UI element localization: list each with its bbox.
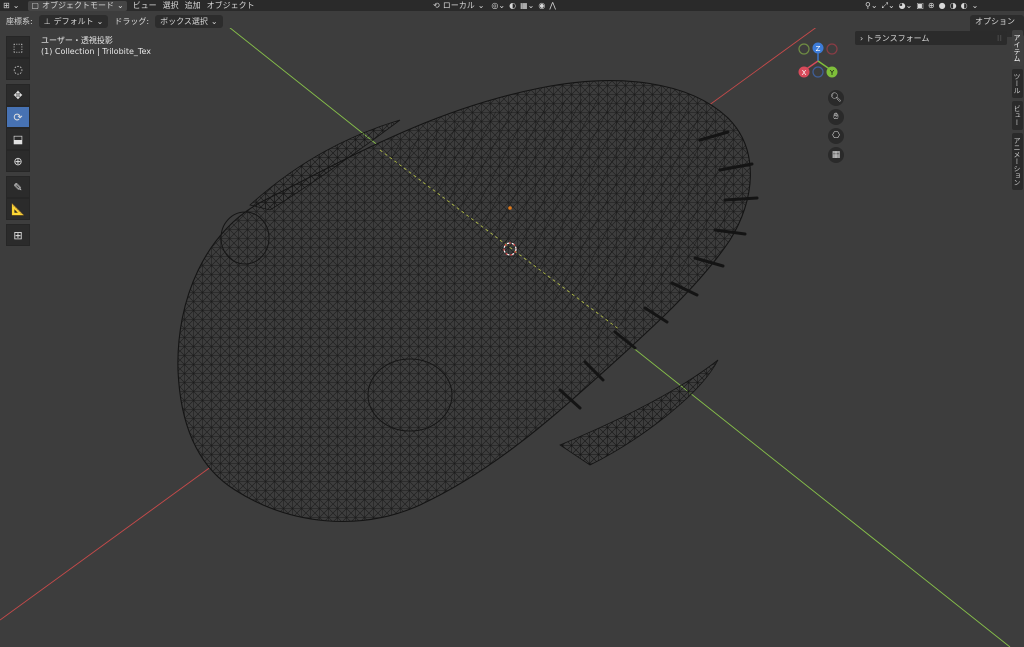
mode-label: オブジェクトモード: [41, 1, 114, 10]
object-mode-icon: ▢: [31, 1, 39, 10]
orientation-icon: ⟲: [433, 1, 440, 10]
view-name: ユーザー・透視投影: [41, 36, 113, 45]
menu-object[interactable]: オブジェクト: [207, 0, 255, 11]
move-tool-icon[interactable]: ✥: [6, 84, 30, 106]
coord-value: デフォルト: [53, 16, 94, 26]
snap-icon[interactable]: ◐: [509, 1, 516, 10]
perspective-grid-icon[interactable]: ▦: [828, 147, 844, 163]
menu-select[interactable]: 選択: [163, 0, 179, 11]
transform-panel-header[interactable]: › トランスフォーム ⁝⁝: [855, 31, 1007, 45]
transform-tool-icon[interactable]: ⊕: [6, 150, 30, 172]
axis-icon: ⊥: [43, 16, 51, 26]
zoom-icon[interactable]: 🔍︎: [828, 90, 844, 106]
viewport-header: ⊞ ⌄ ▢ オブジェクトモード ⌄ ビュー 選択 追加 オブジェクト ⟲ ローカル…: [0, 0, 1024, 11]
tab-tool[interactable]: ツール: [1012, 69, 1023, 98]
tool-shelf: ⬚ ◌ ✥ ⟳ ⬓ ⊕ ✎ 📐 ⊞: [6, 36, 30, 246]
rotate-tool-icon[interactable]: ⟳: [6, 106, 30, 128]
collection-info: (1) Collection | Trilobite_Tex: [41, 47, 151, 56]
transform-panel-title: トランスフォーム: [865, 33, 930, 43]
drag-value: ボックス選択: [160, 16, 208, 26]
pivot-icon[interactable]: ◎⌄: [491, 1, 505, 10]
drag-label: ドラッグ:: [114, 16, 150, 26]
overlay-icon[interactable]: ◕⌄: [899, 1, 913, 10]
chevron-down-icon: ⌄: [477, 1, 485, 10]
orientation-dropdown[interactable]: ⟲ ローカル ⌄: [430, 1, 487, 11]
select-box-tool-icon[interactable]: ⬚: [6, 36, 30, 58]
proportional-edit-icon[interactable]: ◉: [538, 1, 545, 10]
gizmo-toggle-icon[interactable]: ⤢⌄: [882, 1, 895, 11]
scale-tool-icon[interactable]: ⬓: [6, 128, 30, 150]
tab-item[interactable]: アイテム: [1012, 30, 1023, 66]
chevron-down-icon: ⌄: [116, 1, 124, 10]
shading-wireframe-icon[interactable]: ⊕: [928, 1, 935, 10]
shading-material-icon[interactable]: ◑: [950, 1, 957, 10]
coord-label: 座標系:: [6, 16, 33, 26]
add-cube-tool-icon[interactable]: ⊞: [6, 224, 30, 246]
annotate-tool-icon[interactable]: ✎: [6, 176, 30, 198]
drag-handle-icon[interactable]: ⁝⁝: [997, 34, 1002, 43]
gizmo-x-label: X: [802, 69, 807, 77]
chevron-down-icon: ⌄: [12, 1, 20, 10]
snap-grid-icon[interactable]: ▦⌄: [520, 1, 534, 10]
pan-hand-icon[interactable]: ✋︎: [828, 109, 844, 125]
drag-dropdown[interactable]: ボックス選択 ⌄: [155, 14, 223, 28]
chevron-down-icon: ⌄: [210, 16, 218, 26]
viewport-info: ユーザー・透視投影 (1) Collection | Trilobite_Tex: [41, 35, 151, 57]
coord-dropdown[interactable]: ⊥ デフォルト ⌄: [38, 14, 109, 28]
menu-add[interactable]: 追加: [185, 0, 201, 11]
tool-settings-bar: 座標系: ⊥ デフォルト ⌄ ドラッグ: ボックス選択 ⌄: [0, 14, 1024, 28]
mode-dropdown[interactable]: ▢ オブジェクトモード ⌄: [28, 0, 127, 11]
falloff-icon[interactable]: ⋀: [549, 1, 556, 10]
editor-type-button[interactable]: ⊞ ⌄: [0, 1, 22, 11]
chevron-down-icon[interactable]: ⌄: [972, 1, 979, 10]
chevron-down-icon: ⌄: [96, 16, 104, 26]
measure-tool-icon[interactable]: 📐: [6, 198, 30, 220]
menu-view[interactable]: ビュー: [133, 0, 157, 11]
sidebar-tabs: アイテム ツール ビュー アニメーション: [1012, 30, 1023, 190]
gizmo-z-label: Z: [816, 45, 821, 53]
cursor-tool-icon[interactable]: ◌: [6, 58, 30, 80]
tab-view[interactable]: ビュー: [1012, 101, 1023, 130]
visibility-icon[interactable]: ⚲⌄: [865, 1, 878, 10]
options-label: オプション: [975, 17, 1015, 26]
camera-view-icon[interactable]: ⎔: [828, 128, 844, 144]
editor-type-icon: ⊞: [3, 1, 10, 10]
header-right-tools: ⚲⌄ ⤢⌄ ◕⌄ ▣ ⊕ ● ◑ ◐ ⌄: [865, 0, 978, 11]
gizmo-y-label: Y: [829, 69, 835, 77]
trilobite-wireframe-mesh[interactable]: [177, 80, 759, 523]
shading-solid-icon[interactable]: ●: [939, 1, 946, 10]
3d-viewport[interactable]: [0, 28, 1024, 647]
shading-rendered-icon[interactable]: ◐: [961, 1, 968, 10]
xray-icon[interactable]: ▣: [916, 1, 924, 10]
orientation-label: ローカル: [442, 1, 475, 10]
header-center-tools: ⟲ ローカル ⌄ ◎⌄ ◐ ▦⌄ ◉ ⋀: [430, 0, 556, 11]
navigation-gizmo[interactable]: Z X Y: [793, 39, 843, 83]
tab-animation[interactable]: アニメーション: [1012, 133, 1023, 190]
